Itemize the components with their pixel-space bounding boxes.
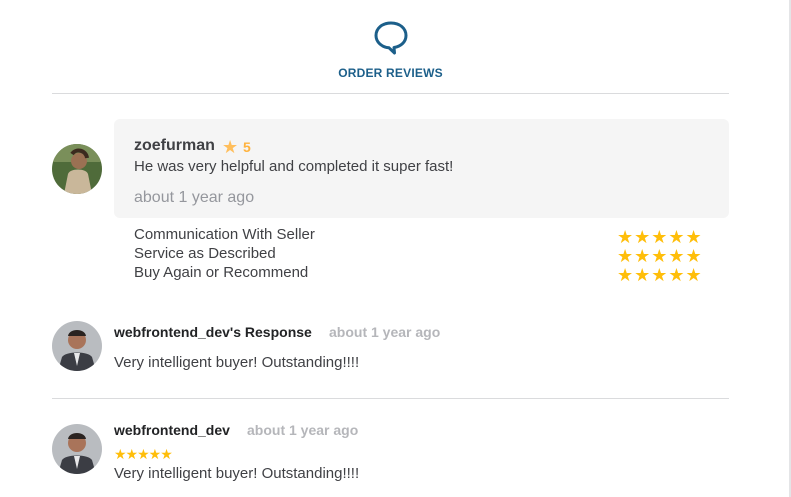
page-title: ORDER REVIEWS <box>338 66 443 80</box>
avatar-zoefurman[interactable] <box>52 144 102 194</box>
order-reviews-panel: ORDER REVIEWS zoefurman ★ 5 He was very … <box>0 0 791 497</box>
seller-response-time: about 1 year ago <box>329 324 441 340</box>
review-time: about 1 year ago <box>134 189 255 206</box>
criteria-stars-communication: ★★★★★ <box>617 227 703 247</box>
seller-review-stars: ★★★★★ <box>114 446 173 462</box>
review-text: He was very helpful and completed it sup… <box>134 158 454 175</box>
section-divider <box>52 398 729 399</box>
seller-avatar-image <box>52 424 102 474</box>
rating-value: 5 <box>243 139 251 155</box>
seller-response-text: Very intelligent buyer! Outstanding!!!! <box>114 354 360 371</box>
seller-response-name[interactable]: webfrontend_dev's Response <box>114 324 312 340</box>
criteria-label: Buy Again or Recommend <box>134 264 309 281</box>
criteria-stars-service: ★★★★★ <box>617 246 703 266</box>
criteria-stars-recommend: ★★★★★ <box>617 265 703 285</box>
seller-review-time: about 1 year ago <box>247 422 359 438</box>
reviews-header: ORDER REVIEWS <box>0 20 781 80</box>
star-icon: ★ <box>222 137 239 157</box>
buyer-avatar-image <box>52 144 102 194</box>
avatar-webfrontend-dev[interactable] <box>52 321 102 371</box>
chat-bubble-icon <box>374 21 407 55</box>
criteria-label: Communication With Seller <box>134 226 315 243</box>
seller-review-text: Very intelligent buyer! Outstanding!!!! <box>114 465 360 482</box>
avatar-webfrontend-dev-2[interactable] <box>52 424 102 474</box>
seller-avatar-image <box>52 321 102 371</box>
header-divider <box>52 93 729 94</box>
reviewer-username[interactable]: zoefurman <box>134 137 215 155</box>
criteria-label: Service as Described <box>134 245 276 262</box>
seller-review-name[interactable]: webfrontend_dev <box>114 422 230 438</box>
